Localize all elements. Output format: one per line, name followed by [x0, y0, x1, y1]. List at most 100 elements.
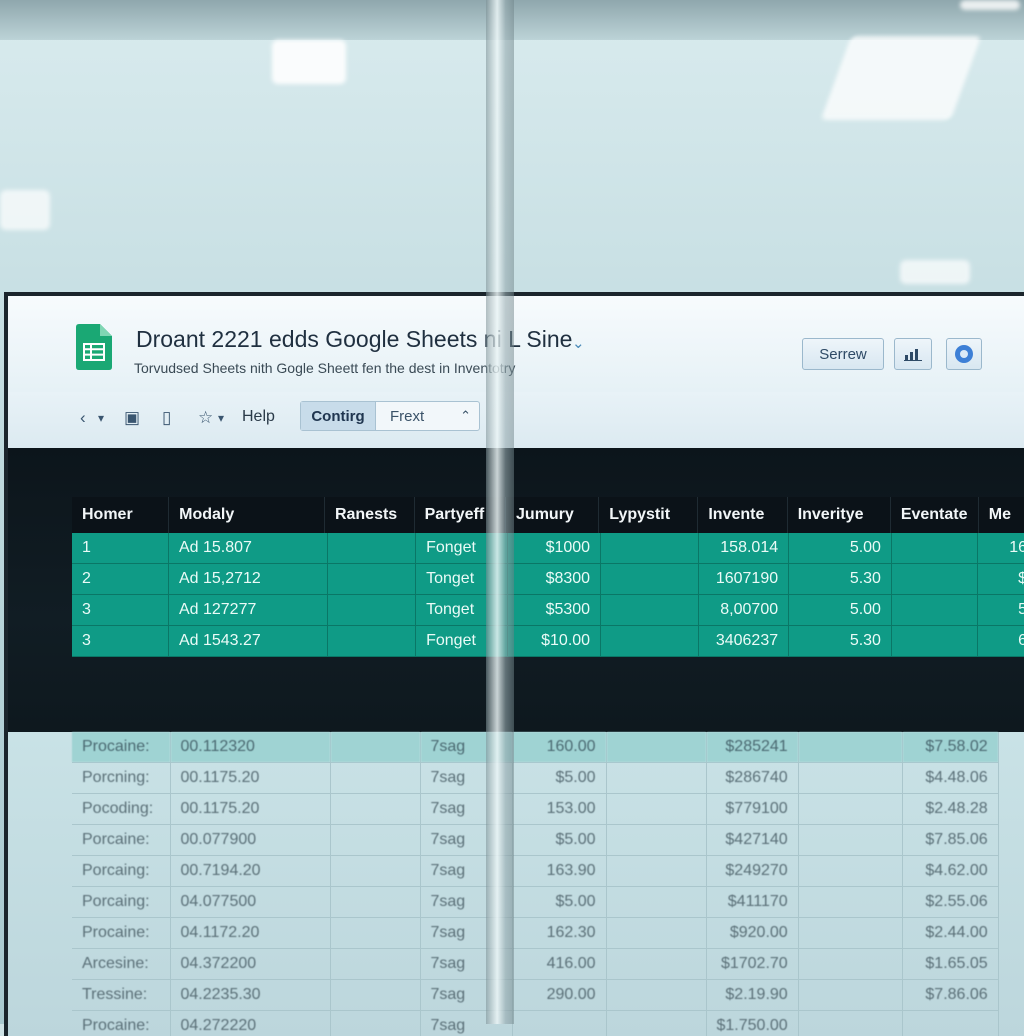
table-cell[interactable]: [798, 856, 902, 887]
table-cell[interactable]: $2.48.28: [902, 794, 998, 825]
help-menu[interactable]: Help: [242, 408, 275, 426]
table-cell[interactable]: $5.00: [512, 825, 606, 856]
table-cell[interactable]: 04.272220: [170, 1011, 330, 1036]
table-cell[interactable]: [891, 595, 977, 626]
table-cell[interactable]: [606, 949, 706, 980]
table-cell[interactable]: $285241: [706, 732, 798, 763]
table-cell[interactable]: 290.00: [512, 980, 606, 1011]
table-cell[interactable]: $4.48.06: [902, 763, 998, 794]
table-cell[interactable]: 16: [978, 533, 1024, 564]
table-cell[interactable]: [330, 918, 420, 949]
table-cell[interactable]: [798, 825, 902, 856]
share-icon[interactable]: ‹: [80, 408, 86, 428]
table-row[interactable]: Porcaing:04.0775007sag$5.00$411170$2.55.…: [72, 887, 998, 918]
table-cell[interactable]: 04.2235.30: [170, 980, 330, 1011]
table-cell[interactable]: $7.86.06: [902, 980, 998, 1011]
table-cell[interactable]: 5.00: [789, 595, 892, 626]
serrew-button[interactable]: Serrew: [802, 338, 884, 370]
table-cell[interactable]: 3: [72, 626, 168, 657]
table-cell[interactable]: [601, 533, 699, 564]
column-header[interactable]: Modaly: [169, 497, 325, 533]
document-icon[interactable]: ▯: [162, 408, 171, 428]
table-cell[interactable]: [798, 1011, 902, 1036]
table-cell[interactable]: $427140: [706, 825, 798, 856]
table-cell[interactable]: [606, 825, 706, 856]
table-cell[interactable]: [606, 794, 706, 825]
table-cell[interactable]: $2.55.06: [902, 887, 998, 918]
table-cell[interactable]: 00.112320: [170, 732, 330, 763]
table-row[interactable]: 3Ad 1543.27Fonget$10.0034062375.306: [72, 626, 1024, 657]
table-cell[interactable]: 3: [72, 595, 168, 626]
table-cell[interactable]: [798, 980, 902, 1011]
table-cell[interactable]: $10.00: [507, 626, 600, 657]
table-cell[interactable]: [330, 856, 420, 887]
table-row[interactable]: Procaine:00.1123207sag160.00$285241$7.58…: [72, 732, 998, 763]
table-cell[interactable]: 158.014: [699, 533, 789, 564]
table-cell[interactable]: 00.1175.20: [170, 794, 330, 825]
table-cell[interactable]: [330, 949, 420, 980]
table-cell[interactable]: 5.30: [789, 564, 892, 595]
table-cell[interactable]: Porcaine:: [72, 825, 170, 856]
column-header[interactable]: Eventate: [890, 497, 978, 533]
table-cell[interactable]: $1702.70: [706, 949, 798, 980]
table-cell[interactable]: 162.30: [512, 918, 606, 949]
table-cell[interactable]: $1.65.05: [902, 949, 998, 980]
table-cell[interactable]: Porcaing:: [72, 856, 170, 887]
table-cell[interactable]: [330, 732, 420, 763]
view-toggle[interactable]: Contirg Frext ⌃: [300, 401, 480, 431]
table-cell[interactable]: [798, 949, 902, 980]
table-cell[interactable]: 5.30: [789, 626, 892, 657]
table-cell[interactable]: Porcaing:: [72, 887, 170, 918]
table-cell[interactable]: [330, 1011, 420, 1036]
table-cell[interactable]: $7.85.06: [902, 825, 998, 856]
table-row[interactable]: Porcning:00.1175.207sag$5.00$286740$4.48…: [72, 763, 998, 794]
table-cell[interactable]: $1.750.00: [706, 1011, 798, 1036]
table-cell[interactable]: [606, 980, 706, 1011]
column-header[interactable]: Inverityе: [787, 497, 890, 533]
table-cell[interactable]: Ad 15.807: [168, 533, 327, 564]
table-cell[interactable]: [330, 887, 420, 918]
table-cell[interactable]: [891, 564, 977, 595]
table-cell[interactable]: Porcning:: [72, 763, 170, 794]
table-row[interactable]: Porcaine:00.0779007sag$5.00$427140$7.85.…: [72, 825, 998, 856]
table-cell[interactable]: [606, 856, 706, 887]
table-cell[interactable]: [512, 1011, 606, 1036]
chevron-up-icon[interactable]: ⌃: [460, 408, 471, 424]
table-cell[interactable]: [330, 825, 420, 856]
table-cell[interactable]: [330, 794, 420, 825]
table-cell[interactable]: 160.00: [512, 732, 606, 763]
table-row[interactable]: Pocoding:00.1175.207sag153.00$779100$2.4…: [72, 794, 998, 825]
table-cell[interactable]: [327, 595, 415, 626]
table-cell[interactable]: 163.90: [512, 856, 606, 887]
table-cell[interactable]: [798, 918, 902, 949]
table-cell[interactable]: Tressine:: [72, 980, 170, 1011]
table-cell[interactable]: 6: [978, 626, 1024, 657]
table-cell[interactable]: 5: [978, 595, 1024, 626]
table-row[interactable]: Procaine:04.1172.207sag162.30$920.00$2.4…: [72, 918, 998, 949]
column-header[interactable]: Invente: [698, 497, 787, 533]
table-row[interactable]: 2Ad 15,2712Tonget$830016071905.30$: [72, 564, 1024, 595]
table-cell[interactable]: Ad 127277: [168, 595, 327, 626]
star-icon[interactable]: ☆: [198, 408, 213, 428]
table-row[interactable]: 1Ad 15.807Fonget$1000158.0145.0016: [72, 533, 1024, 564]
table-cell[interactable]: $2.19.90: [706, 980, 798, 1011]
table-cell[interactable]: [606, 732, 706, 763]
segment-contirg[interactable]: Contirg: [301, 402, 376, 430]
table-cell[interactable]: [606, 918, 706, 949]
table-cell[interactable]: Arcesine:: [72, 949, 170, 980]
table-cell[interactable]: [327, 533, 415, 564]
table-row[interactable]: Porcaing:00.7194.207sag163.90$249270$4.6…: [72, 856, 998, 887]
table-cell[interactable]: $1000: [507, 533, 600, 564]
table-row[interactable]: Procaine:04.2722207sag$1.750.00: [72, 1011, 998, 1036]
table-cell[interactable]: 00.1175.20: [170, 763, 330, 794]
table-cell[interactable]: [601, 626, 699, 657]
table-cell[interactable]: $5.00: [512, 763, 606, 794]
table-cell[interactable]: 5.00: [789, 533, 892, 564]
table-cell[interactable]: 8,00700: [699, 595, 789, 626]
table-cell[interactable]: 00.7194.20: [170, 856, 330, 887]
column-header[interactable]: Jumury: [506, 497, 599, 533]
table-cell[interactable]: 3406237: [699, 626, 789, 657]
table-cell[interactable]: [902, 1011, 998, 1036]
table-cell[interactable]: $8300: [507, 564, 600, 595]
table-cell[interactable]: [606, 1011, 706, 1036]
